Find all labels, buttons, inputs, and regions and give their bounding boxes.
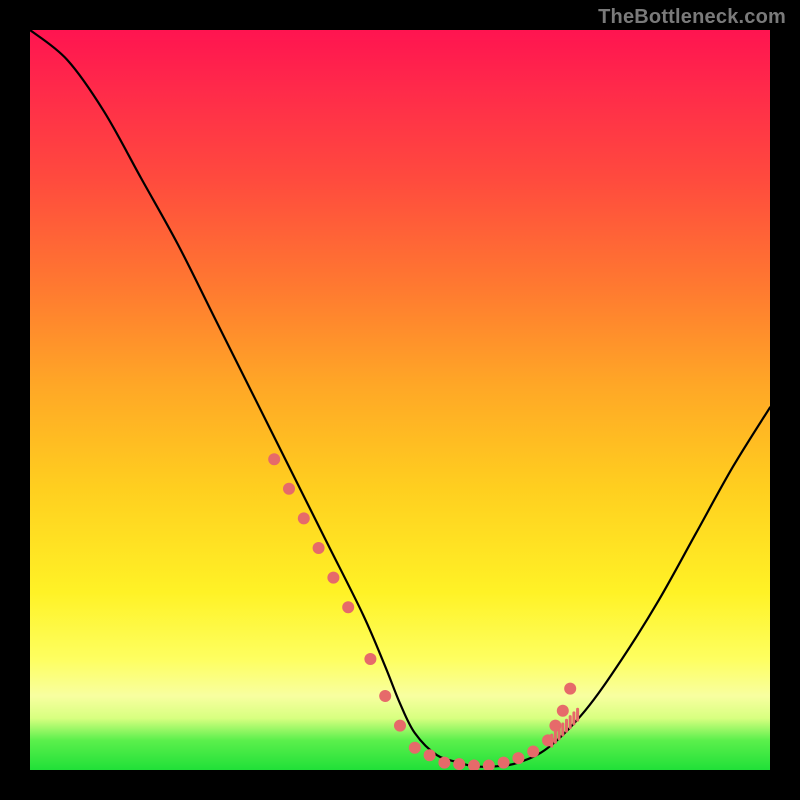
plot-area [30,30,770,770]
gradient-background [30,30,770,770]
attribution-text: TheBottleneck.com [598,6,786,29]
chart-frame: TheBottleneck.com [0,0,800,800]
